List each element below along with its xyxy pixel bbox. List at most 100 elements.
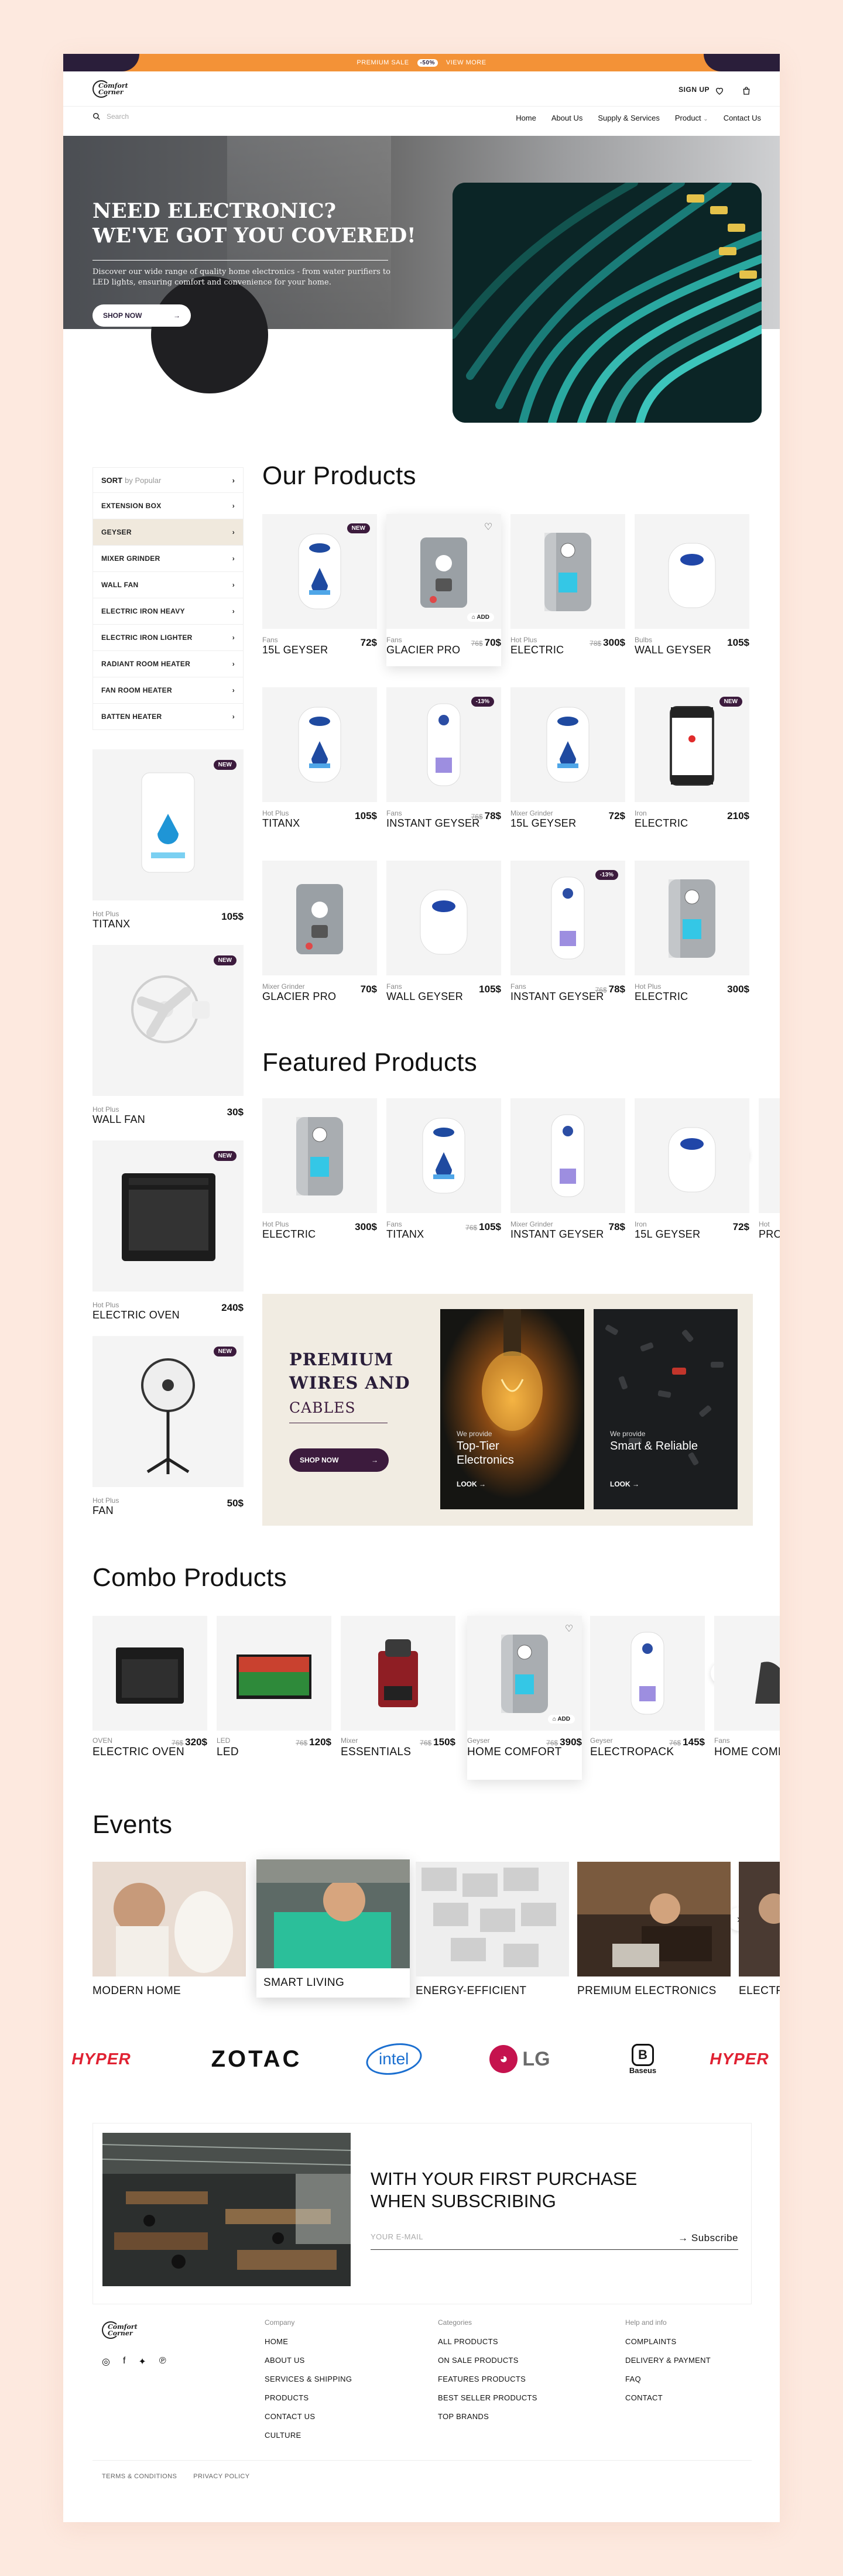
footer-link[interactable]: BEST SELLER PRODUCTS <box>438 2393 537 2412</box>
footer-link[interactable]: HOME <box>265 2337 352 2356</box>
sidebar-item-electric-iron-heavy[interactable]: ELECTRIC IRON HEAVY › <box>92 598 244 625</box>
footer-link[interactable]: COMPLAINTS <box>625 2337 711 2356</box>
sidebar-item-batten-heater[interactable]: BATTEN HEATER › <box>92 704 244 730</box>
sidebar-product-card[interactable]: NEW Hot Plus TITANX 105$ <box>92 749 244 930</box>
facebook-icon[interactable]: f <box>123 2356 125 2368</box>
event-card[interactable]: ELECTRONICS <box>739 1862 780 2002</box>
footer-link[interactable]: CONTACT <box>625 2393 711 2412</box>
footer-link[interactable]: PRODUCTS <box>265 2393 352 2412</box>
product-card[interactable]: Mixer Grinder 15L GEYSER 72$ <box>510 687 625 856</box>
heart-icon[interactable]: ♡ <box>482 521 494 533</box>
product-card[interactable]: ♡ ⌂ ADD Fans GLACIER PRO 76$ 70$ <box>386 514 501 666</box>
footer-link[interactable]: CONTACT US <box>265 2412 352 2431</box>
footer-logo[interactable]: Comfort Corner <box>102 2320 138 2341</box>
search-bar[interactable]: Search <box>92 112 129 121</box>
event-card[interactable]: MODERN HOME <box>92 1862 246 2002</box>
premium-card-lightbulb[interactable]: We provide Top-Tier Electronics LOOK → <box>440 1309 584 1509</box>
nav-item-about[interactable]: About Us <box>551 114 582 122</box>
combo-product-card[interactable]: OVEN ELECTRIC OVEN 76$ 320$ <box>92 1616 207 1780</box>
subscribe-button[interactable]: → Subscribe <box>678 2232 738 2244</box>
featured-product-card[interactable]: Hot Plus ELECTRIC 300$ <box>262 1098 377 1267</box>
nav-item-supply[interactable]: Supply & Services <box>598 114 660 122</box>
nav-item-home[interactable]: Home <box>516 114 536 122</box>
brand-logo-lg[interactable]: ◕ LG <box>473 2039 567 2080</box>
footer-link[interactable]: TOP BRANDS <box>438 2412 537 2431</box>
sidebar-product-card[interactable]: NEW Hot Plus WALL FAN 30$ <box>92 945 244 1125</box>
twitter-icon[interactable]: ✦ <box>138 2356 146 2368</box>
email-field[interactable]: YOUR E-MAIL → Subscribe <box>371 2232 738 2250</box>
product-card[interactable]: Hot Plus TITANX 105$ <box>262 687 377 856</box>
sidebar-item-wall-fan[interactable]: WALL FAN › <box>92 572 244 598</box>
event-card[interactable]: SMART LIVING <box>256 1859 410 1998</box>
sidebar-item-electric-iron-lighter[interactable]: ELECTRIC IRON LIGHTER › <box>92 625 244 651</box>
footer-link[interactable]: FEATURES PRODUCTS <box>438 2375 537 2393</box>
sidebar-item-fan-room-heater[interactable]: FAN ROOM HEATER › <box>92 677 244 704</box>
premium-title: PREMIUM WIRES AND <box>289 1349 410 1393</box>
search-input[interactable]: Search <box>107 112 129 121</box>
product-card[interactable]: Hot Plus ELECTRIC 78$ 300$ <box>510 514 625 683</box>
heart-icon[interactable]: ♡ <box>563 1623 575 1635</box>
add-to-cart-button[interactable]: ⌂ ADD <box>467 613 494 622</box>
brand-logo-zotac[interactable]: ZOTAC <box>198 2039 315 2080</box>
product-card[interactable]: Hot Plus ELECTRIC 300$ <box>635 861 749 1029</box>
sidebar-product-card[interactable]: NEW Hot Plus ELECTRIC OVEN 240$ <box>92 1140 244 1321</box>
combo-product-card[interactable]: Geyser ELECTROPACK 76$ 145$ <box>590 1616 705 1780</box>
product-card[interactable]: -13% Fans INSTANT GEYSER 76$ 78$ <box>510 861 625 1029</box>
add-to-cart-button[interactable]: ⌂ ADD <box>547 1715 575 1724</box>
hero-shop-now-button[interactable]: SHOP NOW → <box>92 304 191 327</box>
cart-button[interactable] <box>739 83 754 98</box>
privacy-link[interactable]: PRIVACY POLICY <box>193 2473 249 2480</box>
instagram-icon[interactable]: ◎ <box>102 2356 110 2368</box>
sidebar-item-mixer-grinder[interactable]: MIXER GRINDER › <box>92 546 244 572</box>
footer-link[interactable]: CULTURE <box>265 2431 352 2450</box>
product-image <box>262 687 377 802</box>
product-card[interactable]: Mixer Grinder GLACIER PRO 70$ <box>262 861 377 1029</box>
premium-card-look-link[interactable]: LOOK → <box>457 1480 486 1488</box>
combo-product-card[interactable]: ♡ ⌂ ADD Geyser HOME COMFORT 76$ 390$ <box>467 1616 582 1780</box>
premium-card-look-link[interactable]: LOOK → <box>610 1480 639 1488</box>
brand-logo-baseus[interactable]: B Baseus <box>608 2039 678 2080</box>
combo-product-card[interactable]: Mixer ESSENTIALS 76$ 150$ <box>341 1616 455 1780</box>
footer-link[interactable]: ALL PRODUCTS <box>438 2337 537 2356</box>
premium-card-smart[interactable]: We provide Smart & Reliable LOOK → <box>594 1309 738 1509</box>
promo-view-more-link[interactable]: VIEW MORE <box>446 59 486 66</box>
footer-link[interactable]: ON SALE PRODUCTS <box>438 2356 537 2375</box>
product-card[interactable]: Fans WALL GEYSER 105$ <box>386 861 501 1029</box>
featured-product-card[interactable]: Iron 15L GEYSER 72$ <box>635 1098 749 1267</box>
featured-product-card[interactable]: Fans TITANX 76$ 105$ <box>386 1098 501 1267</box>
product-image: NEW <box>92 749 244 900</box>
sidebar-item-label: MIXER GRINDER <box>101 554 160 563</box>
footer-link[interactable]: SERVICES & SHIPPING <box>265 2375 352 2393</box>
product-price-value: 105$ <box>479 1221 501 1232</box>
combo-product-card[interactable]: FansHOME COMFORT <box>714 1616 780 1780</box>
brand-logo-intel[interactable]: intel <box>356 2039 432 2080</box>
brand-logo-hyperx[interactable]: HYPER <box>63 2039 145 2080</box>
product-card[interactable]: Bulbs WALL GEYSER 105$ <box>635 514 749 683</box>
event-card[interactable]: ENERGY-EFFICIENT <box>416 1862 569 2002</box>
nav-item-contact[interactable]: Contact Us <box>724 114 761 122</box>
logo[interactable]: Comfort Corner <box>92 78 128 100</box>
product-card[interactable]: NEW Iron ELECTRIC 210$ <box>635 687 749 856</box>
brand-logo-hyperx-2[interactable]: HYPER <box>690 2039 780 2080</box>
footer-link[interactable]: ABOUT US <box>265 2356 352 2375</box>
combo-product-card[interactable]: LED LED 76$ 120$ <box>217 1616 331 1780</box>
featured-product-card[interactable]: Mixer Grinder INSTANT GEYSER 78$ <box>510 1098 625 1267</box>
sidebar-item-radiant-room-heater[interactable]: RADIANT ROOM HEATER › <box>92 651 244 677</box>
nav-item-product[interactable]: Product ⌄ <box>675 114 708 122</box>
footer-link[interactable]: DELIVERY & PAYMENT <box>625 2356 711 2375</box>
pinterest-icon[interactable]: ℗ <box>159 2356 166 2368</box>
premium-shop-now-button[interactable]: SHOP NOW → <box>289 1448 389 1472</box>
featured-product-card[interactable]: Hot PRO <box>759 1098 780 1267</box>
event-card[interactable]: PREMIUM ELECTRONICS <box>577 1862 731 2002</box>
signup-link[interactable]: SIGN UP <box>678 85 710 94</box>
sort-dropdown[interactable]: SORT by Popular › <box>92 467 244 493</box>
product-card[interactable]: NEW Fans 15L GEYSER 72$ <box>262 514 377 683</box>
wishlist-button[interactable] <box>712 83 727 98</box>
footer-link[interactable]: FAQ <box>625 2375 711 2393</box>
terms-link[interactable]: TERMS & CONDITIONS <box>102 2473 177 2480</box>
sidebar-item-extension-box[interactable]: EXTENSION BOX › <box>92 493 244 519</box>
sidebar-product-card[interactable]: NEW Hot Plus FAN 50$ <box>92 1336 244 1516</box>
product-card[interactable]: -13% Fans INSTANT GEYSER 76$ 78$ <box>386 687 501 856</box>
event-label: PREMIUM ELECTRONICS <box>577 1985 717 1997</box>
sidebar-item-geyser[interactable]: GEYSER › <box>92 519 244 546</box>
